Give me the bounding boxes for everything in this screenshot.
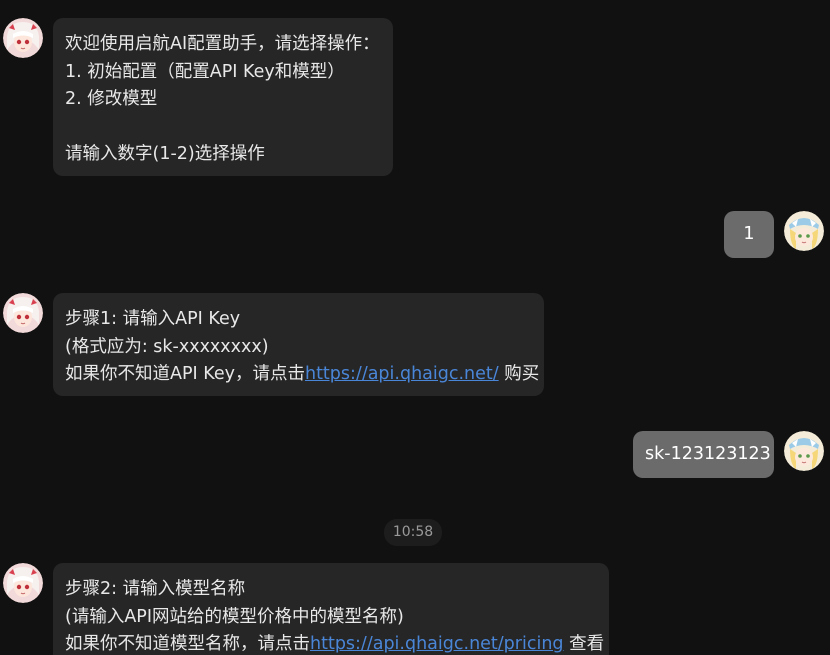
message-text: 购买 [498, 364, 540, 384]
message-text-line [65, 114, 381, 142]
message-text-line: (请输入API网站给的模型价格中的模型名称) [65, 606, 404, 627]
message-link-line: 如果你不知道模型名称，请点击https://api.qhaigc.net/pri… [65, 631, 604, 655]
user-message-bubble: sk-123123123 [633, 431, 774, 478]
message-text-line: 1. 初始配置（配置API Key和模型） [65, 61, 345, 82]
message-link-line: 如果你不知道API Key，请点击https://api.qhaigc.net/… [65, 361, 539, 389]
bot-message-bubble: 步骤2: 请输入模型名称 (请输入API网站给的模型价格中的模型名称) 如果你不… [53, 563, 609, 655]
message-text-line: 2. 修改模型 [65, 89, 158, 109]
message-text: 1 [743, 224, 755, 244]
bot-avatar-icon[interactable] [3, 563, 43, 603]
message-text-line: 步骤2: 请输入模型名称 [65, 579, 246, 599]
message-text: sk-123123123 [645, 444, 771, 464]
api-key-purchase-link[interactable]: https://api.qhaigc.net/ [305, 364, 499, 384]
message-timestamp: 10:58 [384, 519, 442, 546]
message-text-line: 欢迎使用启航AI配置助手，请选择操作： [65, 34, 380, 54]
message-text-line: 步骤1: 请输入API Key [65, 309, 241, 329]
model-pricing-link[interactable]: https://api.qhaigc.net/pricing [310, 634, 564, 654]
chat-window: 欢迎使用启航AI配置助手，请选择操作： 1. 初始配置（配置API Key和模型… [0, 0, 830, 655]
message-text: 查看 [563, 634, 605, 654]
message-text: 如果你不知道模型名称，请点击 [65, 634, 310, 654]
message-text: 如果你不知道API Key，请点击 [65, 364, 305, 384]
user-message-bubble: 1 [724, 211, 774, 258]
bot-avatar-icon[interactable] [3, 293, 43, 333]
bot-avatar-icon[interactable] [3, 18, 43, 58]
bot-message-bubble: 步骤1: 请输入API Key (格式应为: sk-xxxxxxxx) 如果你不… [53, 293, 544, 396]
message-text-line: 请输入数字(1-2)选择操作 [65, 144, 265, 164]
message-text-line: (格式应为: sk-xxxxxxxx) [65, 336, 269, 357]
user-avatar-icon[interactable] [784, 431, 824, 471]
bot-message-bubble: 欢迎使用启航AI配置助手，请选择操作： 1. 初始配置（配置API Key和模型… [53, 18, 393, 176]
user-avatar-icon[interactable] [784, 211, 824, 251]
